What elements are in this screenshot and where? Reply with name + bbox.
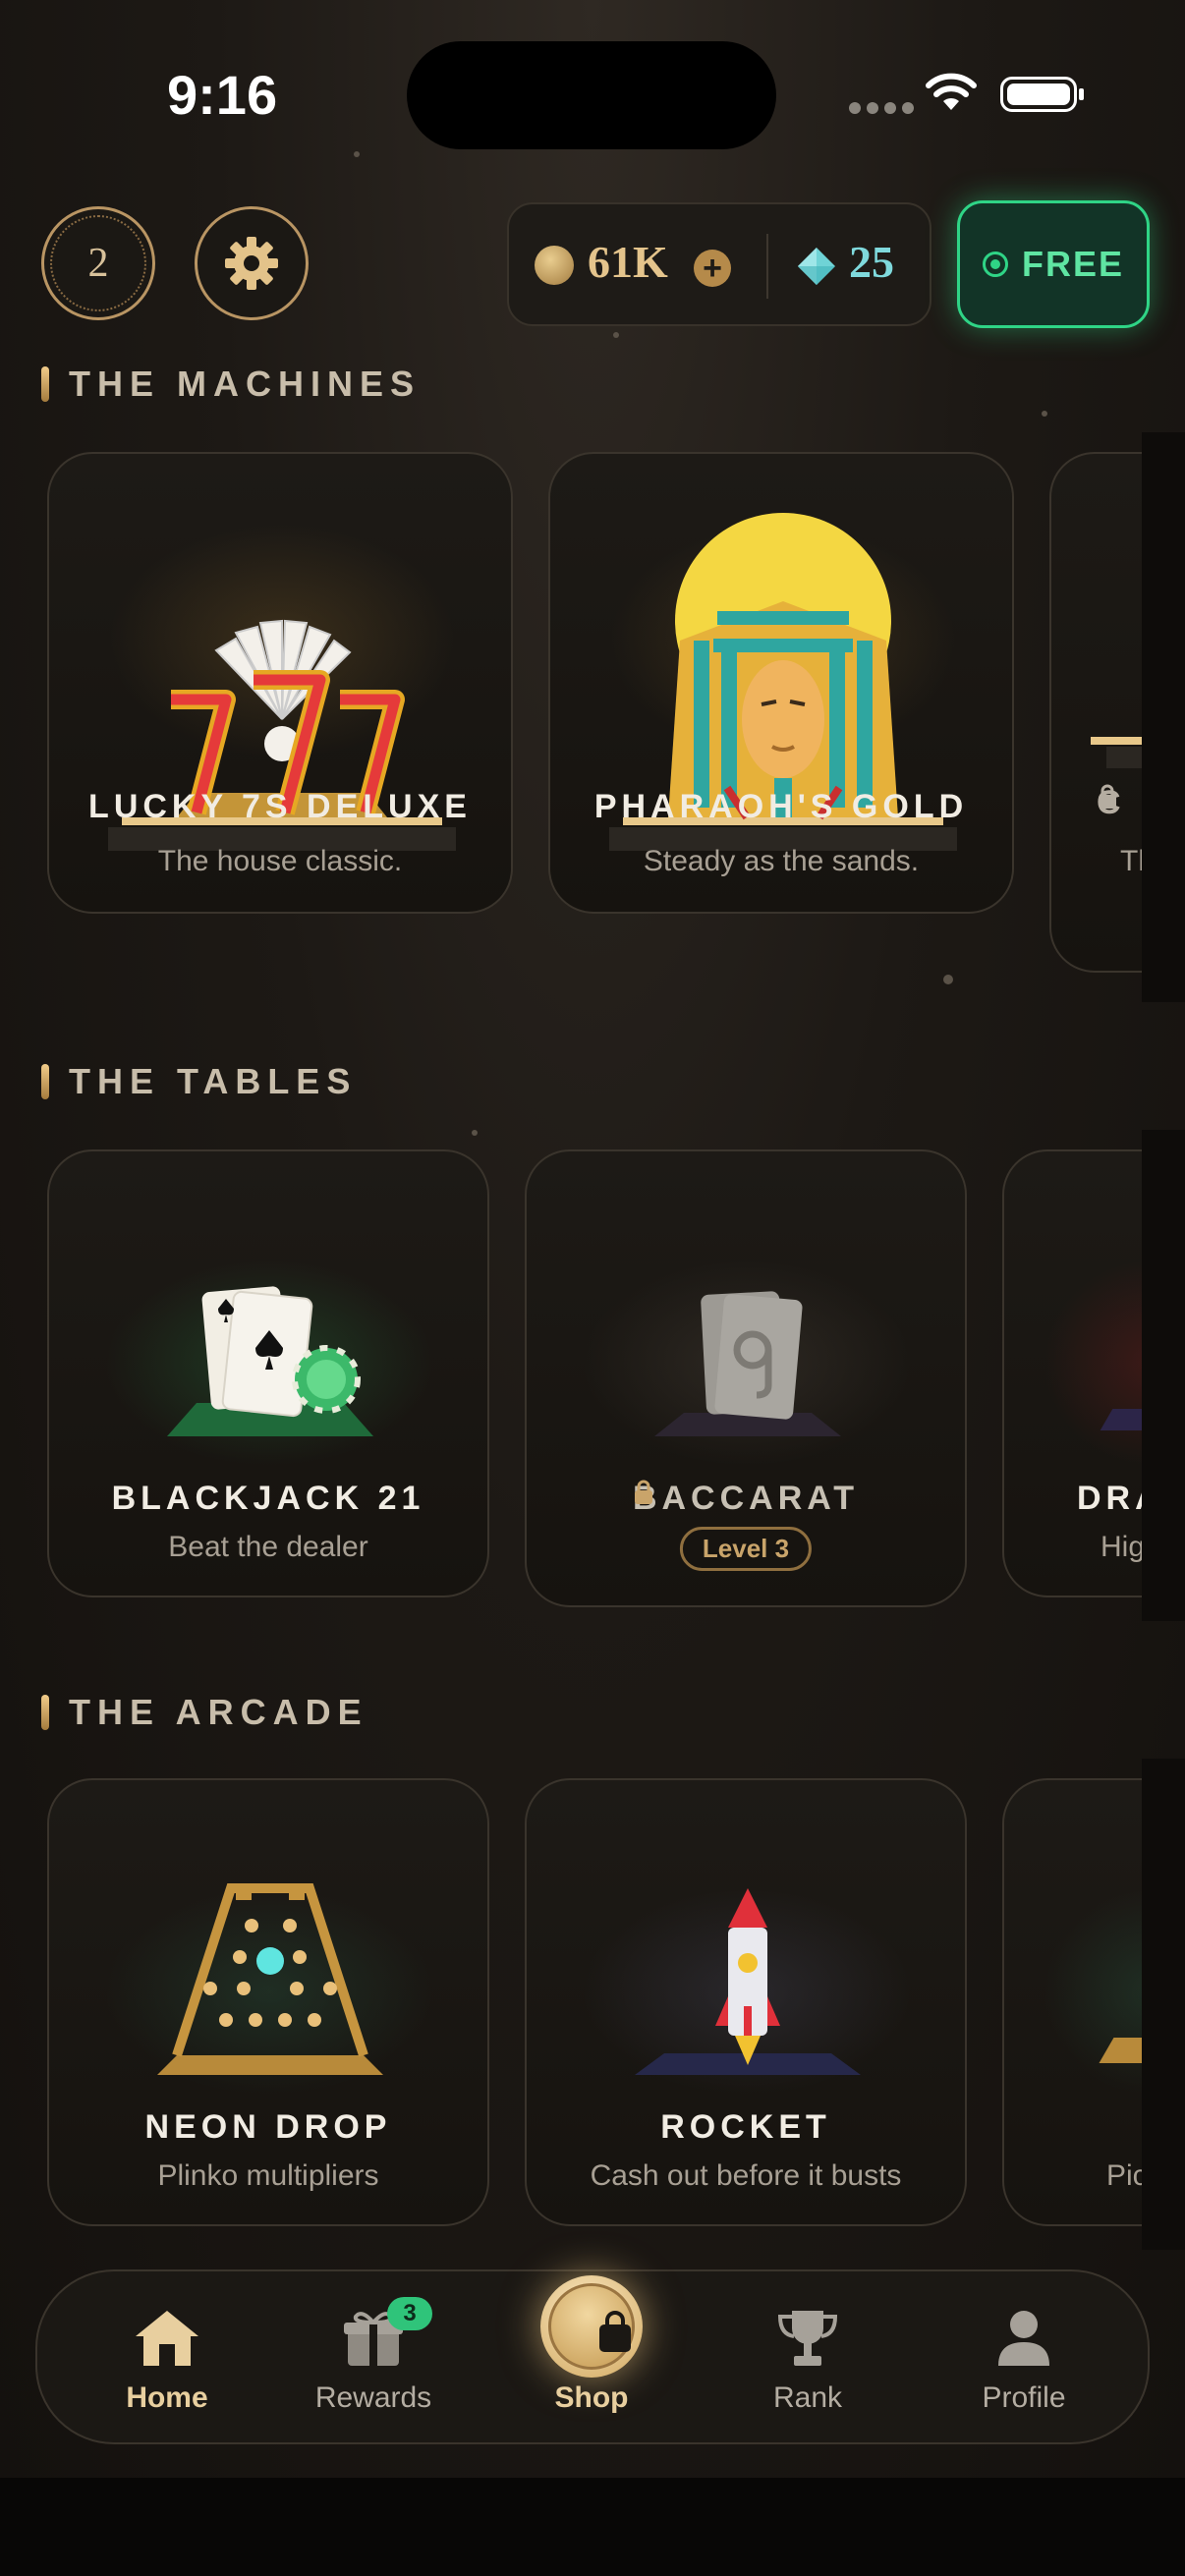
wifi-icon: [926, 73, 977, 110]
radio-dot-icon: [982, 252, 1008, 277]
trophy-icon: [777, 2311, 838, 2366]
coin-balance: 61K: [588, 237, 668, 287]
wallet-divider: [766, 234, 768, 299]
section-title: THE MACHINES: [69, 364, 422, 404]
game-subtitle: Steady as the sands.: [643, 845, 920, 877]
locked-game-title: BACCARAT: [632, 1480, 860, 1517]
section-header-tables: THE TABLES: [41, 1061, 357, 1102]
game-card-lucky-7s[interactable]: LUCKY 7S DELUXE The house classic.: [47, 452, 513, 914]
section-accent-bar: [41, 366, 49, 402]
tab-label: Rewards: [314, 2381, 432, 2414]
gear-icon: [225, 237, 278, 290]
rail-edge: [1142, 432, 1185, 1002]
tab-label: Shop: [554, 2381, 629, 2414]
game-title: LUCKY 7S DELUXE: [88, 788, 472, 825]
blackjack-artwork: [167, 1286, 373, 1436]
rail-edge: [1142, 1130, 1185, 1621]
add-coins-button[interactable]: +: [694, 250, 731, 287]
player-level-button[interactable]: 2: [41, 206, 155, 320]
game-card-pharaohs-gold[interactable]: PHARAOH'S GOLD Steady as the sands.: [548, 452, 1014, 914]
game-card-rocket[interactable]: ROCKET Cash out before it busts: [525, 1778, 967, 2226]
bottom-tab-bar: Home 3 Rewards Shop Rank Profile: [35, 2269, 1150, 2444]
plinko-artwork: [157, 1883, 383, 2075]
game-title: NEON DROP: [144, 2108, 392, 2146]
shopping-bag-icon: [599, 2311, 631, 2352]
game-title: BLACKJACK 21: [111, 1480, 425, 1517]
tab-label: Home: [126, 2381, 208, 2414]
game-subtitle: The house classic.: [157, 845, 403, 877]
game-title: PHARAOH'S GOLD: [593, 788, 969, 825]
settings-button[interactable]: [195, 206, 309, 320]
game-card-blackjack[interactable]: BLACKJACK 21 Beat the dealer: [47, 1149, 489, 1597]
free-bonus-button[interactable]: FREE: [957, 200, 1150, 328]
app-screen: 9:16 2 61K + 25 FREE THE MACHINES LUCKY …: [0, 0, 1185, 2478]
home-indicator-area: [0, 2478, 1185, 2576]
game-subtitle: Plinko multipliers: [157, 2159, 379, 2192]
lock-icon: [634, 1480, 652, 1504]
section-header-arcade: THE ARCADE: [41, 1692, 368, 1733]
lock-icon: [1099, 784, 1116, 809]
game-subtitle: Beat the dealer: [168, 1531, 368, 1563]
home-icon: [136, 2311, 198, 2366]
game-card-neon-drop[interactable]: NEON DROP Plinko multipliers: [47, 1778, 489, 2226]
gem-balance: 25: [849, 237, 894, 287]
battery-icon: [1000, 77, 1084, 112]
level-requirement-badge: Level 3: [679, 1527, 813, 1571]
game-subtitle: Cash out before it busts: [590, 2159, 902, 2192]
rocket-artwork: [635, 1888, 861, 2075]
player-level-value: 2: [87, 241, 109, 286]
coin-icon: [535, 246, 574, 285]
tab-shop[interactable]: Shop: [503, 2271, 680, 2446]
dynamic-island: [407, 41, 776, 149]
status-time: 9:16: [167, 64, 278, 126]
section-title: THE ARCADE: [69, 1692, 368, 1732]
rewards-count-badge: 3: [387, 2297, 432, 2330]
free-bonus-label: FREE: [1021, 244, 1124, 284]
tab-rewards[interactable]: 3 Rewards: [285, 2271, 462, 2446]
person-icon: [998, 2311, 1049, 2366]
gem-icon: [798, 248, 835, 285]
wallet-balance: 61K + 25: [507, 202, 931, 326]
tab-home[interactable]: Home: [79, 2271, 255, 2446]
section-title: THE TABLES: [69, 1061, 358, 1101]
tab-label: Rank: [772, 2381, 843, 2414]
cellular-signal-icon: [849, 102, 914, 114]
game-card-baccarat[interactable]: BACCARAT Level 3: [525, 1149, 967, 1607]
section-accent-bar: [41, 1064, 49, 1099]
section-accent-bar: [41, 1695, 49, 1730]
tab-rank[interactable]: Rank: [719, 2271, 896, 2446]
section-header-machines: THE MACHINES: [41, 364, 421, 405]
game-title: ROCKET: [660, 2108, 831, 2146]
shop-button[interactable]: [540, 2275, 643, 2378]
game-subtitle: Hig: [1100, 1531, 1146, 1563]
tab-label: Profile: [982, 2381, 1066, 2414]
rail-edge: [1142, 1759, 1185, 2250]
locked-game-title: C: [1097, 784, 1126, 822]
tab-profile[interactable]: Profile: [935, 2271, 1112, 2446]
baccarat-artwork: [654, 1291, 841, 1436]
